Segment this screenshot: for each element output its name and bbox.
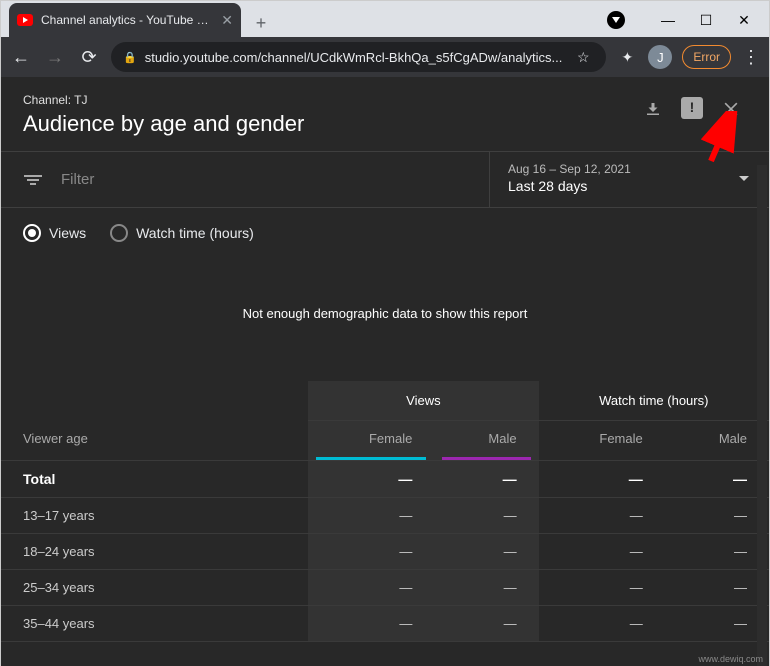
metric-watch-label: Watch time (hours) [136,225,254,241]
date-range-text: Aug 16 – Sep 12, 2021 [508,162,751,176]
col-watch-male[interactable]: Male [665,421,769,461]
back-icon[interactable]: ← [9,47,33,68]
download-icon[interactable] [637,93,669,125]
shield-icon[interactable] [607,11,625,29]
reload-icon[interactable]: ⟳ [77,47,101,68]
page-content: Channel: TJ Audience by age and gender F… [1,77,769,666]
demographics-table: Views Watch time (hours) Viewer age Fema… [1,381,769,642]
browser-toolbar: ← → ⟳ 🔒 studio.youtube.com/channel/UCdkW… [1,37,769,77]
date-range-label: Last 28 days [508,178,751,194]
maximize-icon[interactable]: ☐ [699,13,713,27]
table-row: 25–34 years———— [1,570,769,606]
new-tab-button[interactable]: + [247,9,275,37]
lock-icon: 🔒 [123,51,137,64]
col-views-female[interactable]: Female [308,421,434,461]
views-group-header: Views [308,381,538,421]
table-row-total: Total — — — — [1,461,769,498]
filter-input[interactable]: Filter [1,152,489,207]
col-viewer-age[interactable]: Viewer age [1,421,308,461]
address-bar[interactable]: 🔒 studio.youtube.com/channel/UCdkWmRcl-B… [111,42,606,72]
no-data-message: Not enough demographic data to show this… [1,242,769,381]
tab-close-icon[interactable]: ✕ [221,12,233,29]
col-views-male[interactable]: Male [434,421,538,461]
profile-avatar[interactable]: J [648,45,672,69]
radio-unchecked-icon [110,224,128,242]
bookmark-star-icon[interactable]: ☆ [572,49,594,66]
date-range-picker[interactable]: Aug 16 – Sep 12, 2021 Last 28 days [489,152,769,207]
watermark: www.dewiq.com [698,654,763,664]
table-row: 13–17 years———— [1,498,769,534]
close-panel-icon[interactable] [715,93,747,125]
filter-icon [23,173,43,187]
browser-tab[interactable]: Channel analytics - YouTube Stud ✕ [9,3,241,37]
page-header: Channel: TJ Audience by age and gender [1,77,769,152]
tab-strip: Channel analytics - YouTube Stud ✕ + — ☐… [1,1,769,37]
total-label: Total [1,461,308,498]
browser-menu-icon[interactable]: ⋮ [741,47,761,68]
url-text: studio.youtube.com/channel/UCdkWmRcl-Bkh… [145,50,565,65]
metric-watch-radio[interactable]: Watch time (hours) [110,224,254,242]
filter-placeholder: Filter [61,171,94,188]
table-row: 18–24 years———— [1,534,769,570]
youtube-favicon-icon [17,14,33,26]
watch-group-header: Watch time (hours) [539,381,769,421]
table-row: 35–44 years———— [1,606,769,642]
feedback-icon[interactable] [681,97,703,119]
metric-views-radio[interactable]: Views [23,224,86,242]
forward-icon[interactable]: → [43,47,67,68]
extensions-icon[interactable]: ✦ [616,49,638,66]
chevron-down-icon [739,176,749,181]
window-controls: — ☐ ✕ [607,3,769,37]
error-badge[interactable]: Error [682,45,731,69]
metric-views-label: Views [49,225,86,241]
minimize-icon[interactable]: — [661,13,675,27]
filter-row: Filter Aug 16 – Sep 12, 2021 Last 28 day… [1,152,769,208]
radio-checked-icon [23,224,41,242]
channel-label: Channel: TJ [23,93,625,107]
metric-selector: Views Watch time (hours) [1,208,769,242]
scrollbar[interactable] [757,165,767,666]
col-watch-female[interactable]: Female [539,421,665,461]
tab-title: Channel analytics - YouTube Stud [41,13,215,27]
close-window-icon[interactable]: ✕ [737,13,751,27]
page-title: Audience by age and gender [23,111,625,137]
